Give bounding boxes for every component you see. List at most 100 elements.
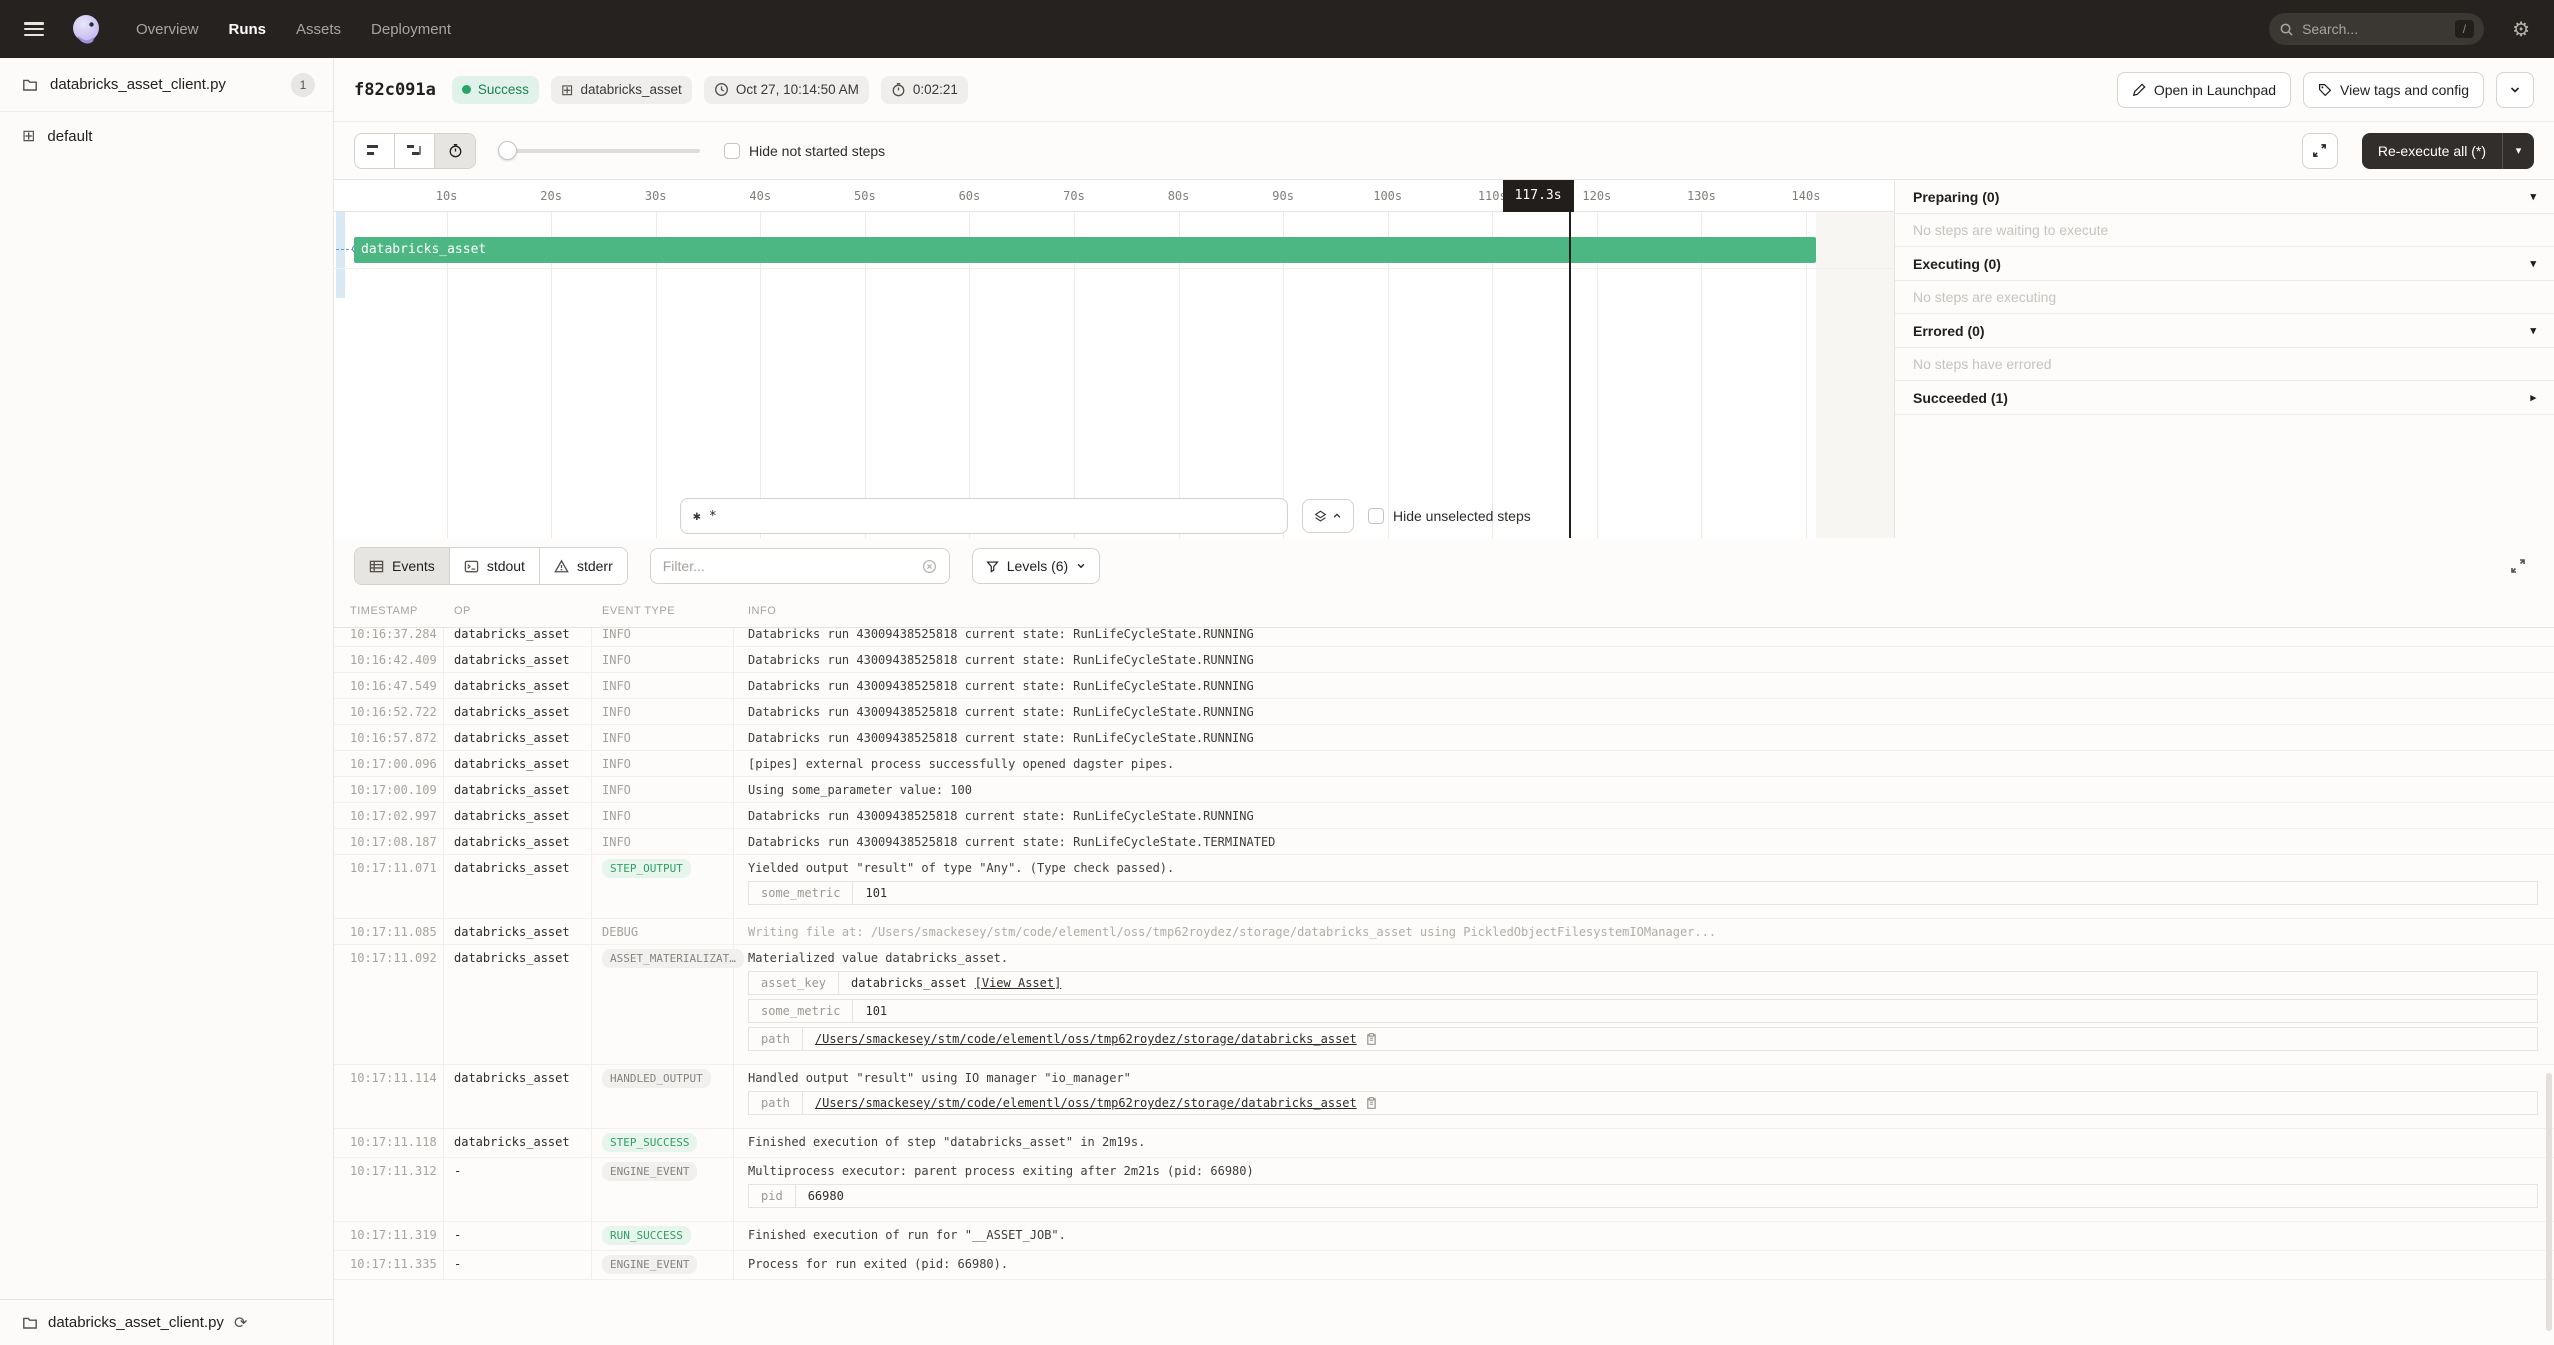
log-row[interactable]: 10:17:11.085databricks_assetDEBUGWriting… — [334, 919, 2554, 945]
log-tab-stderr[interactable]: stderr — [540, 548, 627, 584]
status-section-header[interactable]: Succeeded (1)▸ — [1895, 381, 2554, 415]
step-selector-row: ✱ * — [680, 498, 1531, 534]
log-row[interactable]: 10:17:02.997databricks_assetINFODatabric… — [334, 803, 2554, 829]
start-time-chip: Oct 27, 10:14:50 AM — [704, 76, 869, 104]
app-root: Overview Runs Assets Deployment Search... /… — [0, 0, 2554, 1345]
dependency-strip — [336, 212, 345, 298]
gantt-zoom-slider[interactable] — [500, 149, 700, 153]
log-row[interactable]: 10:16:57.872databricks_assetINFODatabric… — [334, 725, 2554, 751]
log-row[interactable]: 10:17:11.071databricks_assetSTEP_OUTPUTY… — [334, 855, 2554, 919]
log-message: Yielded output "result" of type "Any". (… — [748, 861, 2554, 875]
view-asset-link[interactable]: [View Asset] — [975, 976, 1062, 990]
log-info: Process for run exited (pid: 66980). — [734, 1251, 2554, 1279]
gantt-fullscreen-button[interactable] — [2302, 133, 2338, 169]
settings-gear-icon[interactable]: ⚙ — [2512, 17, 2530, 42]
nav-link-overview[interactable]: Overview — [136, 21, 199, 38]
hamburger-menu-icon[interactable] — [24, 22, 44, 36]
metadata-text: 66980 — [808, 1189, 844, 1203]
levels-dropdown[interactable]: Levels (6) — [972, 548, 1100, 584]
metadata-value: /Users/smackesey/stm/code/elementl/oss/t… — [803, 1092, 1390, 1114]
log-message: Multiprocess executor: parent process ex… — [748, 1164, 2554, 1178]
log-op: databricks_asset — [444, 1065, 592, 1128]
sidebar-item-code-location[interactable]: databricks_asset_client.py 1 — [0, 58, 333, 112]
log-filter-input[interactable]: Filter... — [650, 548, 950, 584]
log-message: Process for run exited (pid: 66980). — [748, 1257, 2554, 1271]
view-mode-timed-button[interactable] — [435, 134, 475, 168]
run-header-more-button[interactable] — [2496, 72, 2534, 108]
log-op: databricks_asset — [444, 673, 592, 698]
log-info: Multiprocess executor: parent process ex… — [734, 1158, 2554, 1221]
log-info: Materialized value databricks_asset.asse… — [734, 945, 2554, 1064]
metadata-label: path — [749, 1028, 803, 1050]
log-row[interactable]: 10:17:11.114databricks_assetHANDLED_OUTP… — [334, 1065, 2554, 1129]
hide-not-started-checkbox[interactable]: Hide not started steps — [724, 143, 885, 159]
log-row[interactable]: 10:17:00.096databricks_assetINFO[pipes] … — [334, 751, 2554, 777]
log-tab-events[interactable]: Events — [355, 548, 450, 584]
log-message: Materialized value databricks_asset. — [748, 951, 2554, 965]
log-row[interactable]: 10:17:11.092databricks_assetASSET_MATERI… — [334, 945, 2554, 1065]
sidebar-item-job-default[interactable]: ⊞ default — [0, 112, 333, 160]
slider-knob[interactable] — [498, 141, 517, 160]
log-info: Databricks run 43009438525818 current st… — [734, 699, 2554, 724]
log-row[interactable]: 10:17:11.118databricks_assetSTEP_SUCCESS… — [334, 1129, 2554, 1158]
event-type-badge: ASSET_MATERIALIZAT… — [602, 949, 744, 968]
log-row[interactable]: 10:16:42.409databricks_assetINFODatabric… — [334, 647, 2554, 673]
reload-icon[interactable]: ⟳ — [234, 1313, 247, 1333]
log-row[interactable]: 10:17:00.109databricks_assetINFOUsing so… — [334, 777, 2554, 803]
log-op: - — [444, 1251, 592, 1279]
dagster-logo[interactable] — [68, 11, 104, 47]
view-mode-waterfall-button[interactable] — [395, 134, 435, 168]
status-section-empty-text: No steps have errored — [1895, 348, 2554, 381]
log-row[interactable]: 10:17:11.319-RUN_SUCCESSFinished executi… — [334, 1222, 2554, 1251]
metadata-row: pid66980 — [748, 1184, 2538, 1208]
log-scrollbar[interactable] — [2546, 1073, 2552, 1331]
log-row[interactable]: 10:17:11.312-ENGINE_EVENTMultiprocess ex… — [334, 1158, 2554, 1222]
status-section-header[interactable]: Executing (0)▾ — [1895, 247, 2554, 281]
nav-link-deployment[interactable]: Deployment — [371, 21, 451, 38]
log-event-type: INFO — [592, 647, 734, 672]
reexecute-all-button[interactable]: Re-execute all (*) — [2362, 133, 2502, 169]
log-event-type: INFO — [592, 725, 734, 750]
clear-filter-icon[interactable] — [922, 559, 937, 574]
metadata-path-link[interactable]: /Users/smackesey/stm/code/elementl/oss/t… — [815, 1096, 1357, 1110]
status-section-header[interactable]: Errored (0)▾ — [1895, 314, 2554, 348]
axis-tick-label: 30s — [645, 180, 667, 212]
log-event-type: INFO — [592, 803, 734, 828]
log-event-type: INFO — [592, 628, 734, 646]
log-row[interactable]: 10:16:47.549databricks_assetINFODatabric… — [334, 673, 2554, 699]
nav-link-assets[interactable]: Assets — [296, 21, 341, 38]
view-tags-config-button[interactable]: View tags and config — [2303, 72, 2484, 108]
hide-unselected-checkbox[interactable]: Hide unselected steps — [1368, 508, 1531, 524]
step-selector-input[interactable]: ✱ * — [680, 498, 1288, 534]
log-row[interactable]: 10:16:37.284databricks_assetINFODatabric… — [334, 628, 2554, 647]
log-op: databricks_asset — [444, 855, 592, 918]
log-op: databricks_asset — [444, 647, 592, 672]
log-tab-stdout[interactable]: stdout — [450, 548, 540, 584]
log-row[interactable]: 10:17:11.335-ENGINE_EVENTProcess for run… — [334, 1251, 2554, 1280]
gantt-step-bar[interactable]: databricks_asset — [354, 237, 1816, 263]
log-row[interactable]: 10:16:52.722databricks_assetINFODatabric… — [334, 699, 2554, 725]
left-sidebar: databricks_asset_client.py 1 ⊞ default d… — [0, 58, 334, 1345]
selector-history-button[interactable] — [1302, 499, 1354, 533]
copy-icon[interactable] — [1365, 1032, 1378, 1046]
log-message: Handled output "result" using IO manager… — [748, 1071, 2554, 1085]
status-section-header[interactable]: Preparing (0)▾ — [1895, 180, 2554, 214]
copy-icon[interactable] — [1365, 1096, 1378, 1110]
log-rows: 10:16:37.284databricks_assetINFODatabric… — [334, 628, 2554, 1280]
log-timestamp: 10:16:47.549 — [334, 673, 444, 698]
log-message: Writing file at: /Users/smackesey/stm/co… — [748, 925, 2554, 939]
log-timestamp: 10:17:08.187 — [334, 829, 444, 854]
log-event-type: STEP_OUTPUT — [592, 855, 734, 918]
reexecute-caret-button[interactable]: ▾ — [2502, 133, 2534, 169]
nav-link-runs[interactable]: Runs — [229, 21, 267, 38]
search-input[interactable]: Search... / — [2269, 13, 2484, 45]
log-fullscreen-button[interactable] — [2502, 550, 2534, 582]
log-row[interactable]: 10:17:08.187databricks_assetINFODatabric… — [334, 829, 2554, 855]
log-op: - — [444, 1222, 592, 1250]
metadata-value: 101 — [853, 1000, 899, 1022]
view-mode-flat-button[interactable] — [355, 134, 395, 168]
metadata-path-link[interactable]: /Users/smackesey/stm/code/elementl/oss/t… — [815, 1032, 1357, 1046]
open-in-launchpad-button[interactable]: Open in Launchpad — [2117, 72, 2291, 108]
asset-tag-chip[interactable]: ⊞ databricks_asset — [551, 76, 692, 104]
log-message: Databricks run 43009438525818 current st… — [748, 809, 2554, 823]
